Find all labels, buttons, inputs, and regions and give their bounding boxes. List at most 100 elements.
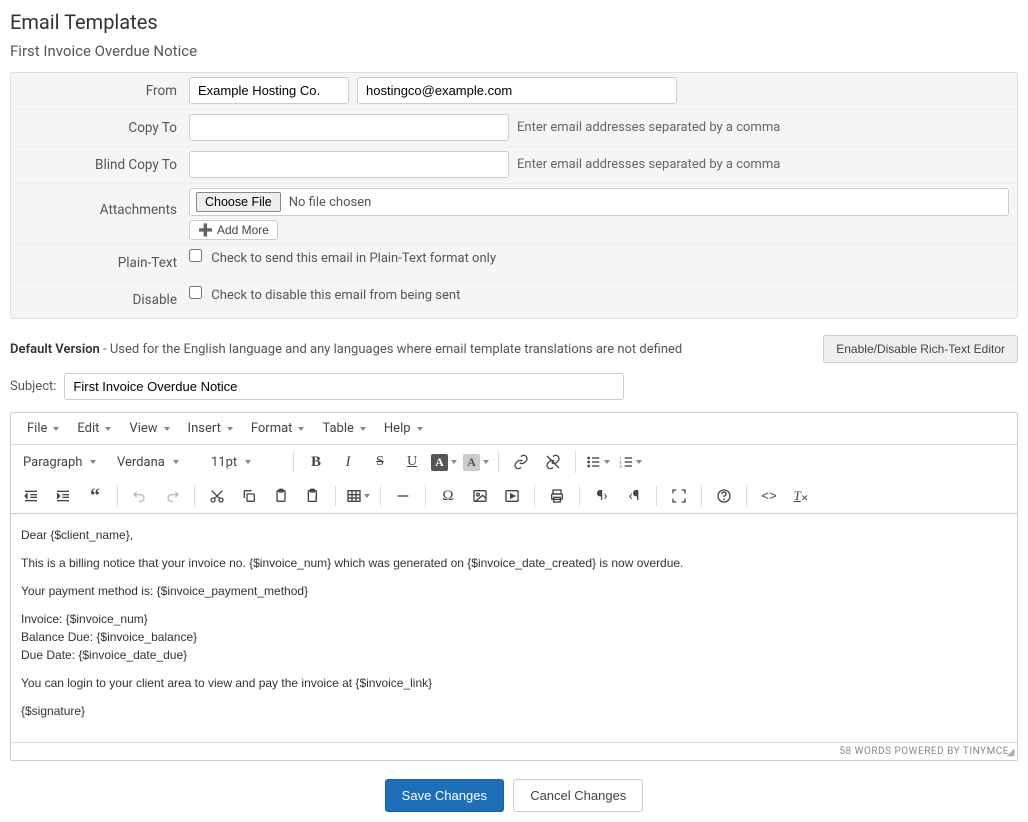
body-line: You can login to your client area to vie… [21, 674, 1007, 692]
subject-input[interactable] [64, 373, 624, 400]
body-line: {$signature} [21, 702, 1007, 720]
ltr-button[interactable]: ¶› [588, 483, 616, 509]
body-line: Your payment method is: {$invoice_paymen… [21, 582, 1007, 600]
from-email-input[interactable] [357, 77, 677, 104]
body-line: Dear {$client_name}, [21, 526, 1007, 544]
bold-button[interactable]: B [302, 449, 330, 475]
block-format-select[interactable]: Paragraph [17, 451, 107, 474]
caret-icon [451, 460, 457, 464]
bcc-label: Blind Copy To [19, 151, 189, 179]
outdent-button[interactable] [17, 483, 45, 509]
link-button[interactable] [507, 449, 535, 475]
strikethrough-button[interactable]: S [366, 449, 394, 475]
subject-label: Subject: [10, 379, 56, 394]
clear-format-button[interactable]: T✕ [787, 483, 815, 509]
caret-icon [483, 460, 489, 464]
resize-handle-icon[interactable]: ◢ [1007, 747, 1015, 758]
page-title: Email Templates [10, 10, 1018, 34]
file-input-row: Choose File No file chosen [189, 188, 1009, 216]
menu-insert[interactable]: Insert [180, 417, 241, 440]
caret-icon [360, 427, 366, 431]
disable-label: Disable [19, 286, 189, 314]
blockquote-button[interactable]: “ [81, 483, 109, 509]
plus-icon: ➕ [198, 223, 213, 237]
bg-color-button[interactable]: A [462, 449, 490, 475]
text-color-button[interactable]: A [430, 449, 458, 475]
svg-text:T: T [314, 497, 318, 503]
underline-button[interactable]: U [398, 449, 426, 475]
caret-icon [245, 460, 251, 464]
attachments-label: Attachments [19, 188, 189, 224]
copy-to-input[interactable] [189, 114, 509, 141]
redo-button[interactable] [158, 483, 186, 509]
plain-text-label: Plain-Text [19, 249, 189, 277]
caret-icon [604, 460, 610, 464]
disable-checkbox[interactable] [189, 286, 202, 299]
number-list-button[interactable]: 123 [616, 449, 644, 475]
plain-text-checkbox-label[interactable]: Check to send this email in Plain-Text f… [189, 249, 496, 266]
image-button[interactable] [466, 483, 494, 509]
hr-button[interactable] [389, 483, 417, 509]
menu-edit[interactable]: Edit [69, 417, 119, 440]
paste-button[interactable] [267, 483, 295, 509]
choose-file-button[interactable]: Choose File [196, 192, 281, 212]
caret-icon [53, 427, 59, 431]
menu-format[interactable]: Format [243, 417, 313, 440]
caret-icon [636, 460, 642, 464]
font-size-select[interactable]: 11pt [205, 451, 285, 474]
rich-text-editor: File Edit View Insert Format Table Help … [10, 412, 1018, 761]
copy-help: Enter email addresses separated by a com… [517, 120, 780, 135]
help-button[interactable] [710, 483, 738, 509]
plain-text-checkbox[interactable] [189, 249, 202, 262]
svg-text:3: 3 [619, 463, 621, 468]
menu-table[interactable]: Table [314, 417, 373, 440]
special-char-button[interactable]: Ω [434, 483, 462, 509]
fullscreen-button[interactable] [665, 483, 693, 509]
caret-icon [298, 427, 304, 431]
cut-button[interactable] [203, 483, 231, 509]
no-file-chosen: No file chosen [289, 195, 372, 210]
body-line: Invoice: {$invoice_num} Balance Due: {$i… [21, 610, 1007, 664]
undo-button[interactable] [126, 483, 154, 509]
menu-help[interactable]: Help [376, 417, 431, 440]
editor-content[interactable]: Dear {$client_name}, This is a billing n… [11, 513, 1017, 742]
font-family-select[interactable]: Verdana [111, 451, 201, 474]
editor-toolbar-1: Paragraph Verdana 11pt B I S U A A 123 [11, 444, 1017, 479]
bullet-list-button[interactable] [584, 449, 612, 475]
print-button[interactable] [543, 483, 571, 509]
rtl-button[interactable]: ‹¶ [620, 483, 648, 509]
save-button[interactable]: Save Changes [385, 779, 504, 812]
caret-icon [227, 427, 233, 431]
caret-icon [164, 427, 170, 431]
editor-menubar: File Edit View Insert Format Table Help [11, 413, 1017, 444]
media-button[interactable] [498, 483, 526, 509]
italic-button[interactable]: I [334, 449, 362, 475]
editor-statusbar: 58 WORDS POWERED BY TINYMCE ◢ [11, 742, 1017, 760]
from-name-input[interactable] [189, 77, 349, 104]
cancel-button[interactable]: Cancel Changes [513, 779, 643, 812]
caret-icon [417, 427, 423, 431]
menu-view[interactable]: View [121, 417, 177, 440]
template-name: First Invoice Overdue Notice [10, 42, 1018, 60]
source-code-button[interactable]: <> [755, 483, 783, 509]
bcc-help: Enter email addresses separated by a com… [517, 157, 780, 172]
menu-file[interactable]: File [19, 417, 67, 440]
paste-text-button[interactable]: T [299, 483, 327, 509]
add-more-button[interactable]: ➕ Add More [189, 220, 278, 240]
caret-icon [90, 460, 96, 464]
disable-checkbox-label[interactable]: Check to disable this email from being s… [189, 286, 460, 303]
caret-icon [364, 494, 370, 498]
bcc-input[interactable] [189, 151, 509, 178]
editor-toolbar-2: “ T Ω ¶› ‹¶ <> T✕ [11, 479, 1017, 513]
unlink-button[interactable] [539, 449, 567, 475]
table-button[interactable] [344, 483, 372, 509]
copy-button[interactable] [235, 483, 263, 509]
default-version-text: Default Version - Used for the English l… [10, 342, 682, 357]
body-line: This is a billing notice that your invoi… [21, 554, 1007, 572]
copy-to-label: Copy To [19, 114, 189, 142]
toggle-editor-button[interactable]: Enable/Disable Rich-Text Editor [823, 335, 1018, 363]
indent-button[interactable] [49, 483, 77, 509]
caret-icon [173, 460, 179, 464]
from-label: From [19, 77, 189, 105]
caret-icon [105, 427, 111, 431]
